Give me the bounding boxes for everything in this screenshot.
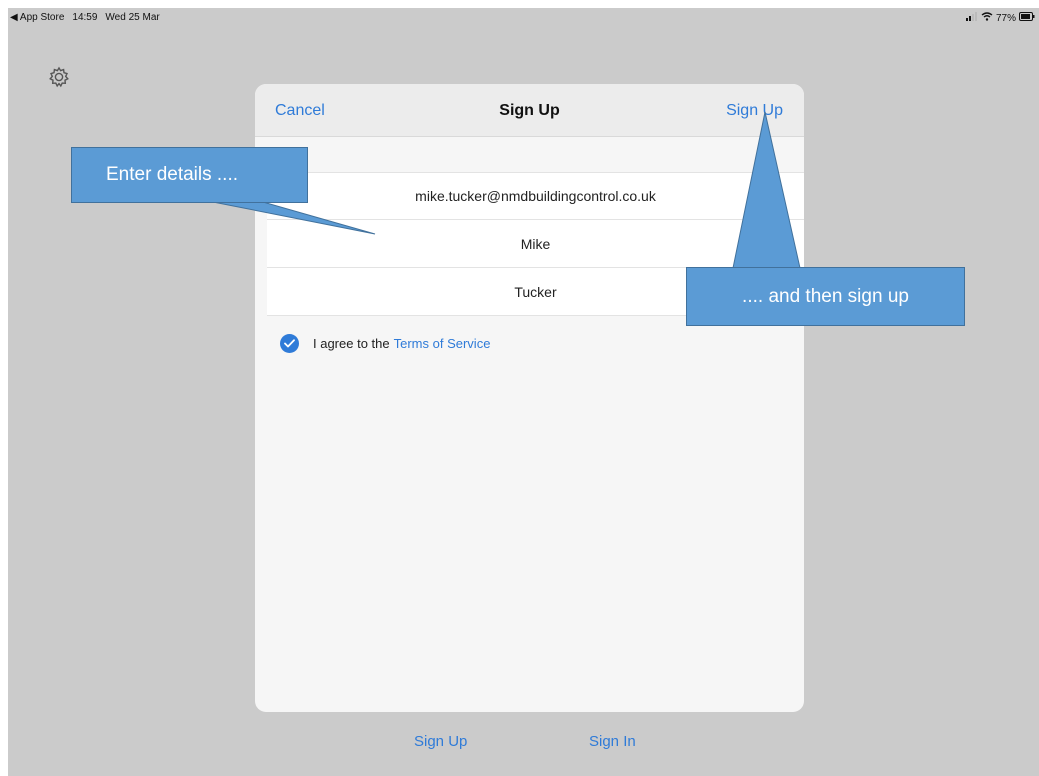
signal-icon bbox=[965, 12, 978, 24]
bottom-signup-link[interactable]: Sign Up bbox=[414, 733, 467, 750]
battery-percent: 77% bbox=[995, 12, 1016, 24]
modal-title: Sign Up bbox=[499, 102, 560, 119]
status-right: 77% bbox=[965, 12, 1035, 24]
email-field[interactable] bbox=[267, 187, 804, 205]
first-name-field[interactable] bbox=[267, 234, 804, 253]
then-signup-callout-text: .... and then sign up bbox=[742, 285, 909, 307]
enter-details-callout: Enter details .... bbox=[71, 147, 308, 203]
status-bar: ◀ App Store 14:59 Wed 25 Mar 77% bbox=[8, 8, 1039, 30]
checkmark-circle-icon[interactable] bbox=[280, 334, 299, 353]
signup-modal: Cancel Sign Up Sign Up I agree to the Te… bbox=[255, 84, 804, 712]
terms-agreement-row: I agree to the Terms of Service bbox=[280, 334, 490, 353]
email-field-row bbox=[267, 172, 804, 220]
back-to-app-link[interactable]: ◀ App Store bbox=[10, 12, 64, 23]
bottom-signin-link[interactable]: Sign In bbox=[589, 733, 636, 750]
enter-details-callout-text: Enter details .... bbox=[106, 164, 239, 185]
status-left: ◀ App Store 14:59 Wed 25 Mar bbox=[10, 12, 160, 23]
signup-submit-button[interactable]: Sign Up bbox=[726, 102, 783, 120]
status-date: Wed 25 Mar bbox=[105, 12, 160, 23]
agree-label: I agree to the bbox=[313, 336, 390, 351]
battery-icon bbox=[1019, 12, 1035, 24]
app-screen: ◀ App Store 14:59 Wed 25 Mar 77% Cancel … bbox=[8, 8, 1039, 776]
first-name-field-row bbox=[267, 220, 804, 268]
gear-icon[interactable] bbox=[46, 64, 72, 90]
then-signup-callout: .... and then sign up bbox=[686, 267, 965, 326]
wifi-icon bbox=[981, 12, 993, 24]
status-time: 14:59 bbox=[72, 12, 98, 23]
modal-header: Cancel Sign Up Sign Up bbox=[255, 84, 804, 137]
terms-of-service-link[interactable]: Terms of Service bbox=[394, 336, 491, 351]
